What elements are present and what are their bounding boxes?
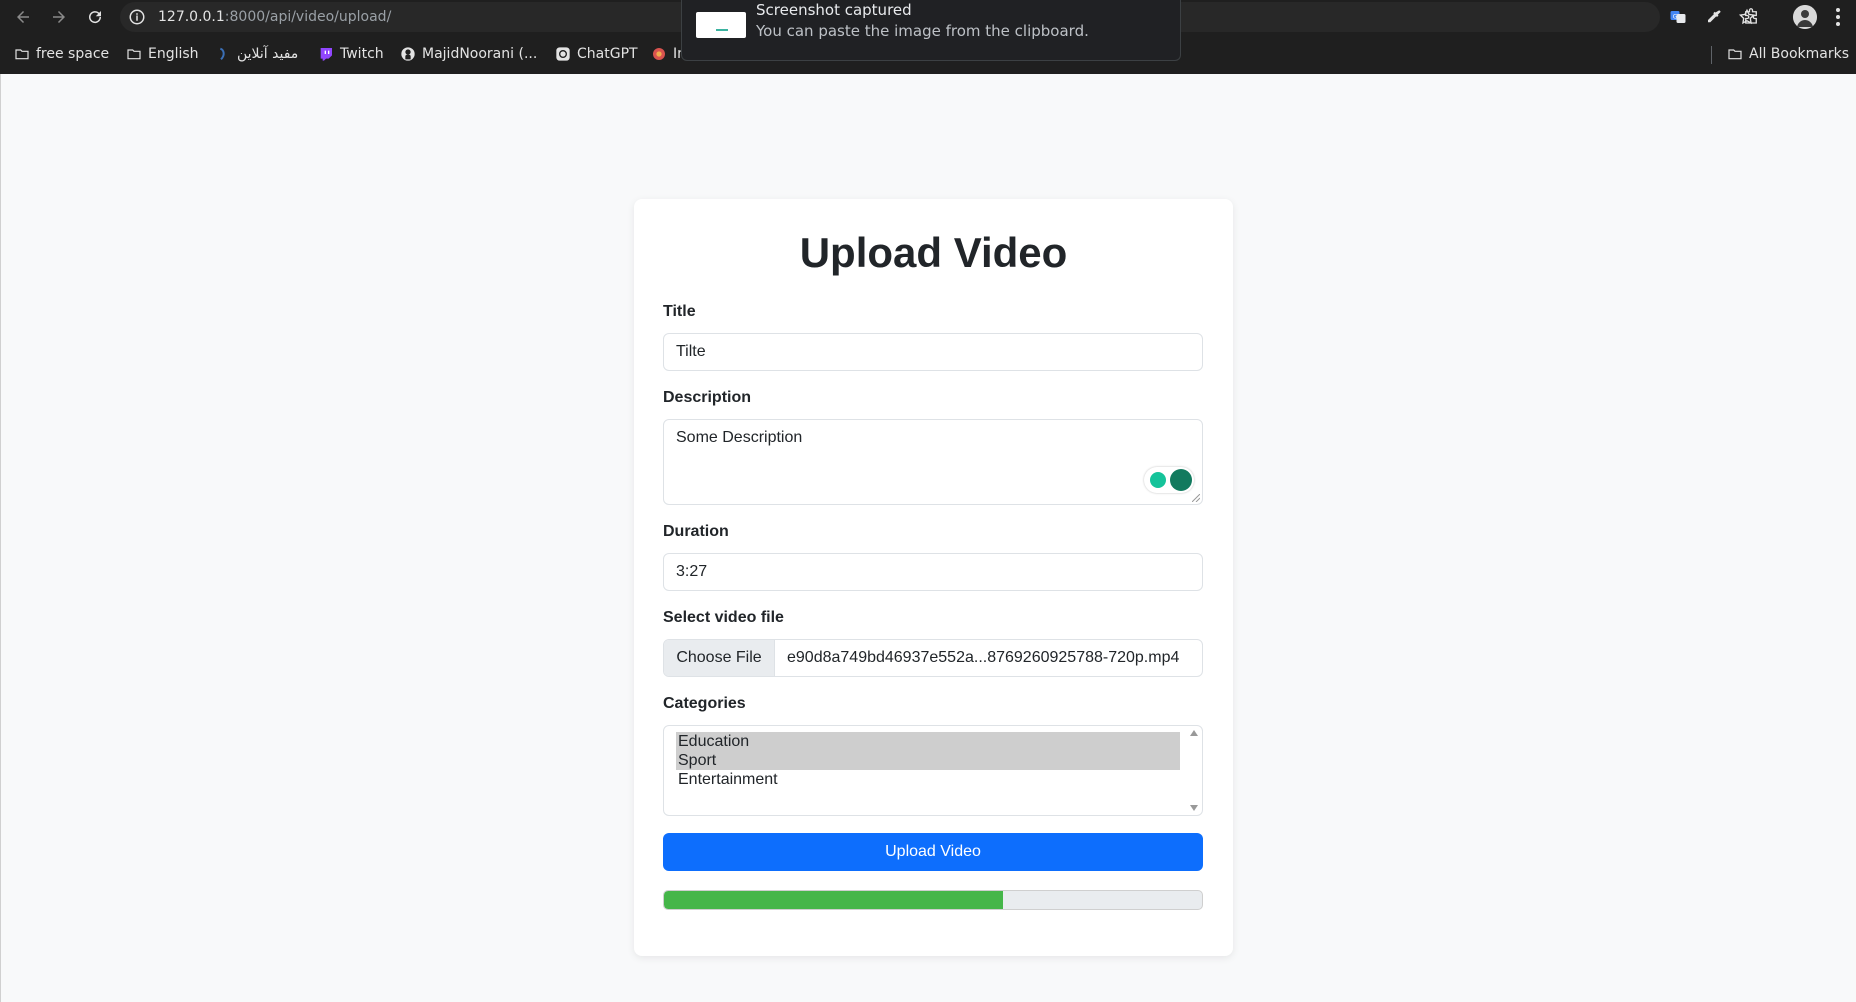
upload-progress-bar: [663, 890, 1203, 910]
browser-menu-icon[interactable]: [1832, 7, 1844, 27]
categories-multiselect[interactable]: Education Sport Entertainment: [663, 725, 1203, 816]
site-info-icon[interactable]: [128, 8, 146, 26]
twitch-icon: [320, 48, 332, 61]
title-input[interactable]: Tilte: [663, 333, 1203, 371]
bookmark-label: MajidNoorani (...: [422, 46, 538, 62]
screenshot-toast: Screenshot captured You can paste the im…: [681, 0, 1181, 61]
category-option-sport[interactable]: Sport: [676, 751, 1180, 770]
bookmark-chatgpt[interactable]: ChatGPT: [555, 43, 638, 65]
bookmark-label: ChatGPT: [577, 46, 638, 62]
chatgpt-icon: [556, 47, 570, 61]
translate-extension-icon[interactable]: G: [1668, 7, 1688, 27]
url-host: 127.0.0.1: [158, 9, 225, 25]
resize-handle-icon[interactable]: [1192, 494, 1200, 502]
duration-label: Duration: [663, 523, 729, 540]
duration-input[interactable]: 3:27: [663, 553, 1203, 591]
grammarly-suggestion-icon[interactable]: [1150, 472, 1166, 488]
all-bookmarks[interactable]: All Bookmarks: [1727, 43, 1849, 65]
eyedropper-icon[interactable]: [1704, 7, 1724, 27]
github-icon: [401, 47, 415, 61]
profile-avatar[interactable]: [1793, 5, 1817, 29]
site-icon: [219, 47, 225, 61]
page-viewport: Upload Video Title Tilte Description Som…: [0, 74, 1856, 1002]
file-label: Select video file: [663, 609, 784, 626]
bookmark-twitch[interactable]: Twitch: [318, 43, 384, 65]
bookmark-github[interactable]: MajidNoorani (...: [400, 43, 537, 65]
grammarly-icon[interactable]: [1170, 469, 1192, 491]
back-icon[interactable]: [12, 6, 34, 28]
video-file-input[interactable]: Choose File e90d8a749bd46937e552a...8769…: [663, 639, 1203, 677]
choose-file-button[interactable]: Choose File: [664, 640, 775, 676]
reload-icon[interactable]: [84, 6, 106, 28]
toast-title: Screenshot captured: [756, 1, 912, 19]
folder-icon: [127, 49, 141, 60]
bookmark-label: مفید آنلاین: [237, 46, 299, 62]
site-icon: [653, 48, 665, 60]
url-path: :8000/api/video/upload/: [224, 9, 392, 25]
bookmark-label: Twitch: [340, 46, 384, 62]
svg-text:G: G: [1673, 14, 1678, 21]
upload-progress-fill: [664, 891, 1003, 909]
bookmark-english[interactable]: English: [126, 43, 199, 65]
folder-icon: [15, 49, 29, 60]
all-bookmarks-label: All Bookmarks: [1749, 46, 1850, 62]
bookmarks-divider: [1711, 46, 1712, 64]
category-option-education[interactable]: Education: [676, 732, 1180, 751]
grammarly-widget[interactable]: [1144, 467, 1194, 493]
description-label: Description: [663, 389, 752, 406]
description-textarea[interactable]: Some Description: [663, 419, 1203, 505]
categories-label: Categories: [663, 695, 746, 712]
description-value: Some Description: [676, 429, 803, 446]
page-title: Upload Video: [799, 229, 1068, 276]
upload-form-card: Upload Video Title Tilte Description Som…: [634, 199, 1233, 956]
url-text[interactable]: 127.0.0.1:8000/api/video/upload/: [158, 9, 391, 25]
screenshot-thumbnail: [696, 12, 746, 38]
title-label: Title: [663, 303, 696, 320]
toast-message: You can paste the image from the clipboa…: [756, 22, 1089, 40]
bookmark-label: English: [148, 46, 199, 62]
bookmark-label: free space: [36, 46, 110, 62]
forward-icon[interactable]: [48, 6, 70, 28]
scroll-up-arrow-icon[interactable]: [1190, 730, 1198, 736]
folder-icon: [1728, 49, 1742, 60]
category-option-entertainment[interactable]: Entertainment: [676, 770, 1180, 789]
scroll-down-arrow-icon[interactable]: [1190, 805, 1198, 811]
selected-file-name: e90d8a749bd46937e552a...8769260925788-72…: [787, 649, 1180, 666]
bookmark-mofid-online[interactable]: مفید آنلاین: [215, 43, 298, 65]
upload-video-button[interactable]: Upload Video: [663, 833, 1203, 871]
bookmark-free-space[interactable]: free space: [14, 43, 109, 65]
extensions-puzzle-icon[interactable]: [1741, 7, 1761, 27]
